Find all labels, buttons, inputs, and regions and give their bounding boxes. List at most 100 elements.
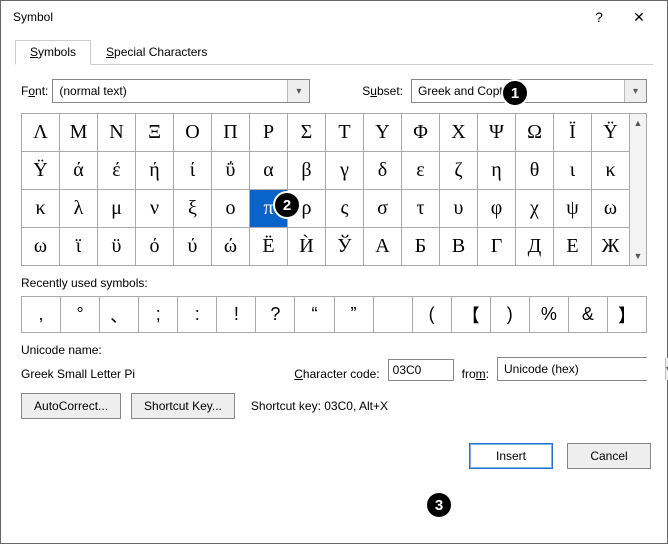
tab-special-characters[interactable]: Special Characters	[91, 40, 222, 65]
character-cell[interactable]: κ	[22, 190, 60, 228]
character-cell[interactable]: ή	[136, 152, 174, 190]
recent-cell[interactable]: 【	[452, 297, 491, 333]
character-code-input[interactable]	[388, 359, 454, 381]
character-cell[interactable]: Ψ	[478, 114, 516, 152]
character-cell[interactable]: ν	[136, 190, 174, 228]
from-input[interactable]	[498, 358, 665, 380]
character-cell[interactable]: έ	[98, 152, 136, 190]
font-combo[interactable]: ▾	[52, 79, 310, 103]
character-cell[interactable]: Υ	[364, 114, 402, 152]
recent-cell[interactable]: !	[217, 297, 256, 333]
character-cell[interactable]: ε	[402, 152, 440, 190]
character-cell[interactable]: ώ	[212, 228, 250, 266]
font-input[interactable]	[53, 80, 287, 102]
character-cell[interactable]: Φ	[402, 114, 440, 152]
character-cell[interactable]: Ÿ	[22, 152, 60, 190]
character-cell[interactable]: Ν	[98, 114, 136, 152]
scrollbar[interactable]: ▲ ▼	[630, 113, 647, 266]
character-cell[interactable]: ΰ	[212, 152, 250, 190]
character-cell[interactable]: ο	[212, 190, 250, 228]
character-cell[interactable]: θ	[516, 152, 554, 190]
character-cell[interactable]: Г	[478, 228, 516, 266]
recent-cell[interactable]: (	[413, 297, 452, 333]
character-cell[interactable]: ξ	[174, 190, 212, 228]
recent-cell[interactable]	[374, 297, 413, 333]
character-cell[interactable]: ί	[174, 152, 212, 190]
character-cell[interactable]: κ	[592, 152, 630, 190]
insert-button[interactable]: Insert	[469, 443, 553, 469]
character-cell[interactable]: Ѝ	[288, 228, 326, 266]
character-cell[interactable]: υ	[440, 190, 478, 228]
recent-cell[interactable]: ,	[22, 297, 61, 333]
character-code-label: Character code:	[294, 367, 379, 381]
character-cell[interactable]: ψ	[554, 190, 592, 228]
character-cell[interactable]: Ж	[592, 228, 630, 266]
character-cell[interactable]: ι	[554, 152, 592, 190]
tab-symbols[interactable]: Symbols	[15, 40, 91, 65]
character-cell[interactable]: ζ	[440, 152, 478, 190]
shortcut-key-button[interactable]: Shortcut Key...	[131, 393, 235, 419]
character-cell[interactable]: ϊ	[60, 228, 98, 266]
character-cell[interactable]: Д	[516, 228, 554, 266]
character-cell[interactable]: А	[364, 228, 402, 266]
character-cell[interactable]: ό	[136, 228, 174, 266]
recent-cell[interactable]: °	[61, 297, 100, 333]
chevron-down-icon[interactable]: ▾	[287, 80, 309, 102]
character-cell[interactable]: Χ	[440, 114, 478, 152]
character-cell[interactable]: ά	[60, 152, 98, 190]
character-cell[interactable]: φ	[478, 190, 516, 228]
character-cell[interactable]: ϋ	[98, 228, 136, 266]
character-cell[interactable]: τ	[402, 190, 440, 228]
recent-cell[interactable]: 、	[100, 297, 139, 333]
character-cell[interactable]: Τ	[326, 114, 364, 152]
character-cell[interactable]: ς	[326, 190, 364, 228]
character-cell[interactable]: μ	[98, 190, 136, 228]
recent-cell[interactable]: 】	[608, 297, 647, 333]
character-cell[interactable]: Π	[212, 114, 250, 152]
from-combo[interactable]: ▾	[497, 357, 647, 381]
character-cell[interactable]: ω	[22, 228, 60, 266]
character-cell[interactable]: α	[250, 152, 288, 190]
character-cell[interactable]: η	[478, 152, 516, 190]
recent-cell[interactable]: ”	[335, 297, 374, 333]
help-button[interactable]: ?	[579, 3, 619, 31]
character-cell[interactable]: γ	[326, 152, 364, 190]
recent-cell[interactable]: ?	[256, 297, 295, 333]
character-cell[interactable]: Ω	[516, 114, 554, 152]
character-cell[interactable]: Е	[554, 228, 592, 266]
character-cell[interactable]: Ё	[250, 228, 288, 266]
character-cell[interactable]: ω	[592, 190, 630, 228]
recent-cell[interactable]: &	[569, 297, 608, 333]
character-cell[interactable]: β	[288, 152, 326, 190]
subset-combo[interactable]: ▾	[411, 79, 647, 103]
recent-cell[interactable]: %	[530, 297, 569, 333]
character-cell[interactable]: В	[440, 228, 478, 266]
character-cell[interactable]: χ	[516, 190, 554, 228]
recent-cell[interactable]: )	[491, 297, 530, 333]
character-cell[interactable]: Ρ	[250, 114, 288, 152]
recent-cell[interactable]: “	[295, 297, 334, 333]
button-row: AutoCorrect... Shortcut Key... Shortcut …	[21, 393, 647, 419]
close-button[interactable]: ✕	[619, 3, 659, 31]
character-cell[interactable]: Ў	[326, 228, 364, 266]
character-cell[interactable]: Σ	[288, 114, 326, 152]
character-cell[interactable]: σ	[364, 190, 402, 228]
character-cell[interactable]: δ	[364, 152, 402, 190]
character-cell[interactable]: Ϋ	[592, 114, 630, 152]
recent-cell[interactable]: :	[178, 297, 217, 333]
cancel-button[interactable]: Cancel	[567, 443, 651, 469]
autocorrect-button[interactable]: AutoCorrect...	[21, 393, 121, 419]
character-cell[interactable]: λ	[60, 190, 98, 228]
character-cell[interactable]: Ο	[174, 114, 212, 152]
character-cell[interactable]: Λ	[22, 114, 60, 152]
character-cell[interactable]: Ξ	[136, 114, 174, 152]
scroll-down-icon[interactable]: ▼	[630, 247, 646, 265]
character-cell[interactable]: Μ	[60, 114, 98, 152]
chevron-down-icon[interactable]: ▾	[624, 80, 646, 102]
recent-cell[interactable]: ;	[139, 297, 178, 333]
character-cell[interactable]: ύ	[174, 228, 212, 266]
character-cell[interactable]: Ϊ	[554, 114, 592, 152]
character-cell[interactable]: Б	[402, 228, 440, 266]
scroll-track[interactable]	[630, 132, 646, 247]
scroll-up-icon[interactable]: ▲	[630, 114, 646, 132]
